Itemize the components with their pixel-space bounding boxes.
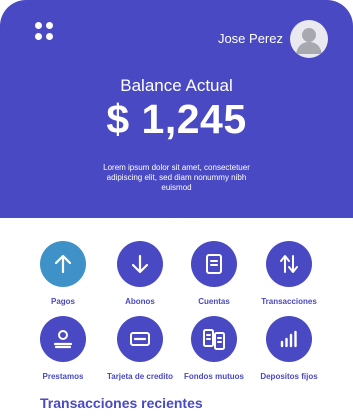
transacciones-circle[interactable]	[266, 241, 312, 287]
action-fondos-mutuos[interactable]: Fondos mutuos	[174, 316, 254, 381]
action-abonos[interactable]: Abonos	[100, 241, 180, 306]
balance-header: Jose Perez Balance Actual $ 1,245 Lorem …	[0, 0, 353, 218]
action-prestamos[interactable]: Prestamos	[23, 316, 103, 381]
transfer-arrows-icon	[280, 255, 298, 273]
depositos-circle[interactable]	[266, 316, 312, 362]
action-label: Cuentas	[198, 297, 230, 306]
section-title-recent-transactions: Transacciones recientes	[40, 395, 203, 411]
avatar[interactable]	[290, 20, 328, 58]
menu-dot	[35, 33, 42, 40]
user-avatar-icon	[296, 28, 322, 54]
fondos-circle[interactable]	[191, 316, 237, 362]
pagos-circle[interactable]	[40, 241, 86, 287]
action-label: Pagos	[50, 297, 75, 306]
document-icon	[206, 254, 222, 274]
credit-card-icon	[130, 332, 150, 346]
action-label: Prestamos	[42, 372, 84, 381]
arrow-up-icon	[54, 254, 72, 274]
balance-description: Lorem ipsum dolor sit amet, consectetuer…	[103, 163, 250, 192]
funds-icon	[203, 329, 225, 350]
action-label: Abonos	[125, 297, 155, 306]
action-label: Fondos mutuos	[184, 372, 244, 381]
menu-dot	[46, 22, 53, 29]
abonos-circle[interactable]	[117, 241, 163, 287]
action-tarjeta-de-credito[interactable]: Tarjeta de credito	[100, 316, 180, 381]
loan-icon	[53, 330, 73, 349]
action-depositos-fijos[interactable]: Depositos fijos	[249, 316, 329, 381]
balance-value: $ 1,245	[106, 96, 247, 142]
action-cuentas[interactable]: Cuentas	[174, 241, 254, 306]
prestamos-circle[interactable]	[40, 316, 86, 362]
action-label: Transacciones	[261, 297, 317, 306]
bar-chart-icon	[280, 330, 297, 348]
action-pagos[interactable]: Pagos	[23, 241, 103, 306]
action-label: Tarjeta de credito	[106, 372, 174, 381]
user-name[interactable]: Jose Perez	[218, 31, 283, 46]
menu-dot	[46, 33, 53, 40]
tarjeta-circle[interactable]	[117, 316, 163, 362]
action-transacciones[interactable]: Transacciones	[249, 241, 329, 306]
menu-grid-icon[interactable]	[35, 22, 53, 40]
arrow-down-icon	[131, 254, 149, 274]
action-label: Depositos fijos	[260, 372, 318, 381]
balance-label: Balance Actual	[120, 76, 233, 95]
cuentas-circle[interactable]	[191, 241, 237, 287]
menu-dot	[35, 22, 42, 29]
